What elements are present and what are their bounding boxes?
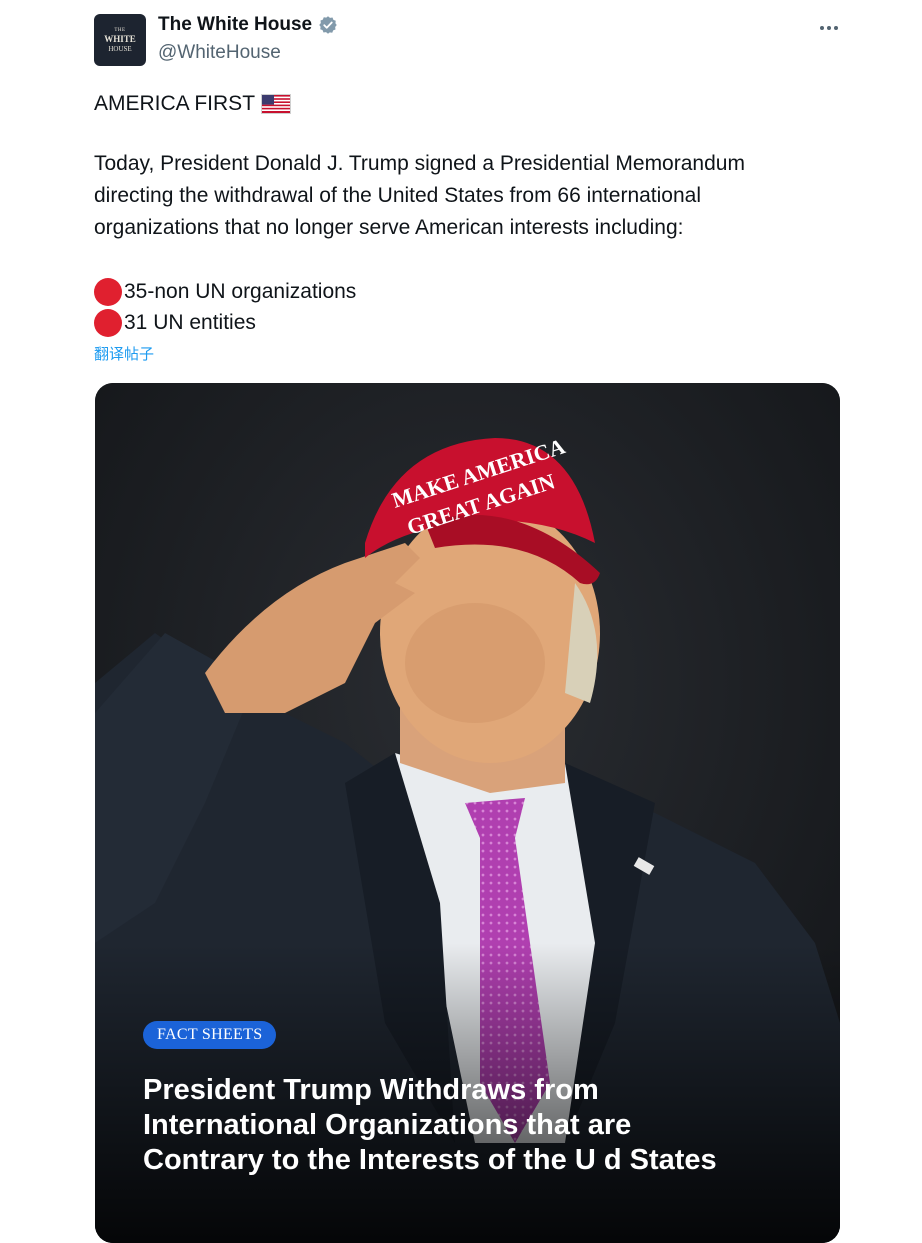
more-dot [827, 26, 831, 30]
card-title: President Trump Withdraws from Internati… [143, 1073, 823, 1178]
paragraph-line: Today, President Donald J. Trump signed … [94, 152, 745, 175]
card-title-line: President Trump Withdraws from [143, 1074, 599, 1106]
bullet-text: 35-non UN organizations [124, 280, 357, 303]
more-dot [834, 26, 838, 30]
bullet-item: 35-non UN organizations [94, 278, 356, 306]
more-options-button[interactable] [812, 16, 846, 40]
us-flag-icon [261, 94, 292, 114]
red-circle-icon [94, 309, 122, 337]
bullet-text: 31 UN entities [124, 311, 256, 334]
author-name-row: The White House [158, 14, 338, 36]
paragraph-line: directing the withdrawal of the United S… [94, 184, 702, 207]
avatar-text-line: HOUSE [108, 44, 132, 53]
media-card[interactable]: MAKE AMERICA GREAT AGAIN FACT SHEETS Pre… [95, 383, 840, 1243]
red-circle-icon [94, 278, 122, 306]
headline-text: AMERICA FIRST [94, 92, 256, 115]
avatar-text-line: THE [114, 27, 126, 33]
translate-post-link[interactable]: 翻译帖子 [94, 343, 154, 364]
verified-badge-icon [319, 16, 337, 34]
post-paragraph: Today, President Donald J. Trump signed … [94, 148, 745, 244]
fact-sheets-badge: FACT SHEETS [143, 1021, 277, 1049]
more-horizontal-icon [820, 26, 824, 30]
author-display-name[interactable]: The White House [158, 14, 312, 36]
post-container: THE WHITE HOUSE The White House @WhiteHo… [0, 0, 922, 1243]
card-title-line: International Organizations that are [143, 1109, 632, 1141]
post-headline: AMERICA FIRST [94, 88, 292, 120]
author-avatar[interactable]: THE WHITE HOUSE [94, 14, 146, 66]
paragraph-line: organizations that no longer serve Ameri… [94, 216, 684, 239]
bullet-item: 31 UN entities [94, 309, 256, 337]
avatar-text-line: WHITE [104, 33, 136, 44]
card-title-line: Contrary to the Interests of the U d Sta… [143, 1144, 717, 1176]
author-handle[interactable]: @WhiteHouse [158, 42, 281, 64]
